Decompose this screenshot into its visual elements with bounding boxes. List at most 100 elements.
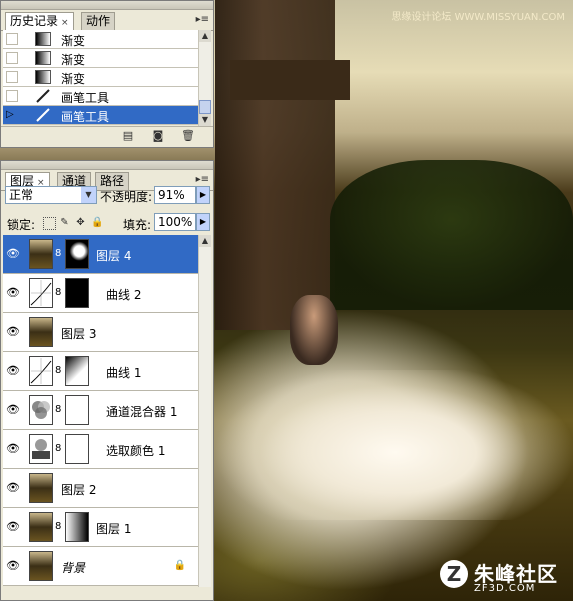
layer-name: 选取颜色 1	[106, 444, 166, 458]
wedding-dress	[215, 370, 573, 520]
history-tabs: 历史记录 × 动作 ▸≡	[1, 10, 213, 31]
link-icon[interactable]: 8	[55, 287, 61, 298]
curves-adjustment-icon	[29, 356, 53, 386]
selective-color-icon	[29, 434, 53, 464]
new-document-icon[interactable]: ▤	[121, 130, 135, 142]
link-icon[interactable]: 8	[55, 443, 61, 454]
close-icon[interactable]: ×	[61, 18, 69, 28]
layer-mask-thumbnail[interactable]	[65, 239, 89, 269]
snapshot-checkbox[interactable]	[6, 90, 18, 102]
lock-pixels-icon[interactable]: ✎	[59, 217, 70, 228]
gradient-icon	[35, 51, 51, 65]
link-icon[interactable]: 8	[55, 521, 61, 532]
eye-icon[interactable]: 👁	[6, 404, 20, 416]
layer-mask-thumbnail[interactable]	[65, 434, 89, 464]
eye-icon[interactable]: 👁	[6, 248, 20, 260]
history-item-selected[interactable]: ▷ 画笔工具	[3, 106, 198, 125]
history-item[interactable]: 渐变	[3, 49, 198, 68]
history-titlebar[interactable]	[1, 1, 213, 10]
brand-url: ZF3D.COM	[474, 583, 536, 594]
link-icon[interactable]: 8	[55, 365, 61, 376]
scroll-up-icon[interactable]: ▲	[199, 235, 211, 247]
brand-logo: Z	[440, 560, 468, 588]
layer-name: 图层 3	[61, 327, 97, 341]
layer-mask-thumbnail[interactable]	[65, 278, 89, 308]
snapshot-checkbox[interactable]	[6, 71, 18, 83]
lock-all-icon[interactable]: 🔒	[91, 217, 103, 228]
camera-icon[interactable]: ◙	[151, 130, 165, 142]
layers-panel: 图层 × 通道 路径 ▸≡ 正常 ▼ 不透明度: 91% ▶ 锁定: ✎ ✥ 🔒 …	[0, 160, 214, 601]
layers-scrollbar[interactable]: ▲	[198, 235, 211, 587]
tab-history[interactable]: 历史记录 ×	[5, 12, 74, 30]
layer-mask-thumbnail[interactable]	[65, 512, 89, 542]
layer-row[interactable]: 👁 背景 🔒	[3, 547, 198, 586]
history-item-label: 画笔工具	[61, 91, 110, 105]
layers-titlebar[interactable]	[1, 161, 213, 170]
scroll-up-icon[interactable]: ▲	[199, 30, 211, 42]
link-icon[interactable]: 8	[55, 248, 61, 259]
eye-icon[interactable]: 👁	[6, 287, 20, 299]
layer-row[interactable]: 👁 图层 3	[3, 313, 198, 352]
brush-icon	[35, 108, 51, 122]
layer-row[interactable]: 👁 图层 2	[3, 469, 198, 508]
fill-label: 填充:	[123, 218, 152, 232]
history-state-arrow-icon: ▷	[6, 109, 14, 120]
opacity-slider-arrow-icon[interactable]: ▶	[196, 186, 210, 204]
layer-name: 图层 1	[96, 522, 132, 536]
history-footer: ▤ ◙ 🗑	[1, 126, 213, 147]
brand-watermark: Z 朱峰社区 ZF3D.COM	[440, 558, 570, 598]
layer-name: 通道混合器 1	[106, 405, 178, 419]
eye-icon[interactable]: 👁	[6, 443, 20, 455]
history-item[interactable]: 画笔工具	[3, 87, 198, 106]
eye-icon[interactable]: 👁	[6, 365, 20, 377]
eye-icon[interactable]: 👁	[6, 482, 20, 494]
fill-field[interactable]: 100%	[154, 213, 196, 231]
chevron-down-icon[interactable]: ▼	[81, 187, 96, 203]
opacity-label: 不透明度:	[100, 190, 153, 204]
panel-menu-icon[interactable]: ▸≡	[196, 174, 209, 185]
history-scrollbar[interactable]: ▲ ▼	[198, 30, 211, 126]
history-item-label: 渐变	[61, 53, 86, 67]
snapshot-checkbox[interactable]	[6, 52, 18, 64]
panel-menu-icon[interactable]: ▸≡	[196, 14, 209, 25]
layer-row[interactable]: 👁 8 图层 4	[3, 235, 198, 274]
trees	[330, 160, 573, 310]
history-item-label: 渐变	[61, 34, 86, 48]
eye-icon[interactable]: 👁	[6, 521, 20, 533]
lock-icon: 🔒	[173, 560, 186, 571]
snapshot-checkbox[interactable]	[6, 33, 18, 45]
history-item[interactable]: 渐变	[3, 30, 198, 49]
blend-mode-select[interactable]: 正常 ▼	[5, 186, 97, 204]
lock-transparency-icon[interactable]	[43, 217, 56, 230]
trash-icon[interactable]: 🗑	[181, 130, 195, 142]
scroll-down-icon[interactable]: ▼	[199, 114, 211, 126]
layer-row[interactable]: 👁 8 图层 1	[3, 508, 198, 547]
curves-adjustment-icon	[29, 278, 53, 308]
fill-slider-arrow-icon[interactable]: ▶	[196, 213, 210, 231]
link-icon[interactable]: 8	[55, 404, 61, 415]
layer-row[interactable]: 👁 8 曲线 2	[3, 274, 198, 313]
gradient-icon	[35, 70, 51, 84]
layer-name: 曲线 2	[106, 288, 142, 302]
layer-thumbnail	[29, 551, 53, 581]
layer-name: 背景	[61, 561, 86, 575]
layer-row[interactable]: 👁 8 曲线 1	[3, 352, 198, 391]
layer-name: 曲线 1	[106, 366, 142, 380]
top-watermark: 思缘设计论坛 WWW.MISSYUAN.COM	[391, 12, 565, 23]
opacity-field[interactable]: 91%	[154, 186, 196, 204]
lock-position-icon[interactable]: ✥	[75, 217, 86, 228]
layer-thumbnail	[29, 239, 53, 269]
eye-icon[interactable]: 👁	[6, 326, 20, 338]
layer-row[interactable]: 👁 8 选取颜色 1	[3, 430, 198, 469]
layer-mask-thumbnail[interactable]	[65, 395, 89, 425]
layer-mask-thumbnail[interactable]	[65, 356, 89, 386]
eye-icon[interactable]: 👁	[6, 560, 20, 572]
lock-label: 锁定:	[7, 218, 36, 232]
layer-row[interactable]: 👁 8 通道混合器 1	[3, 391, 198, 430]
layer-thumbnail	[29, 512, 53, 542]
brush-icon	[35, 89, 51, 103]
bride-figure	[290, 295, 338, 365]
tab-actions[interactable]: 动作	[81, 12, 116, 30]
scroll-thumb[interactable]	[199, 100, 211, 114]
history-item[interactable]: 渐变	[3, 68, 198, 87]
